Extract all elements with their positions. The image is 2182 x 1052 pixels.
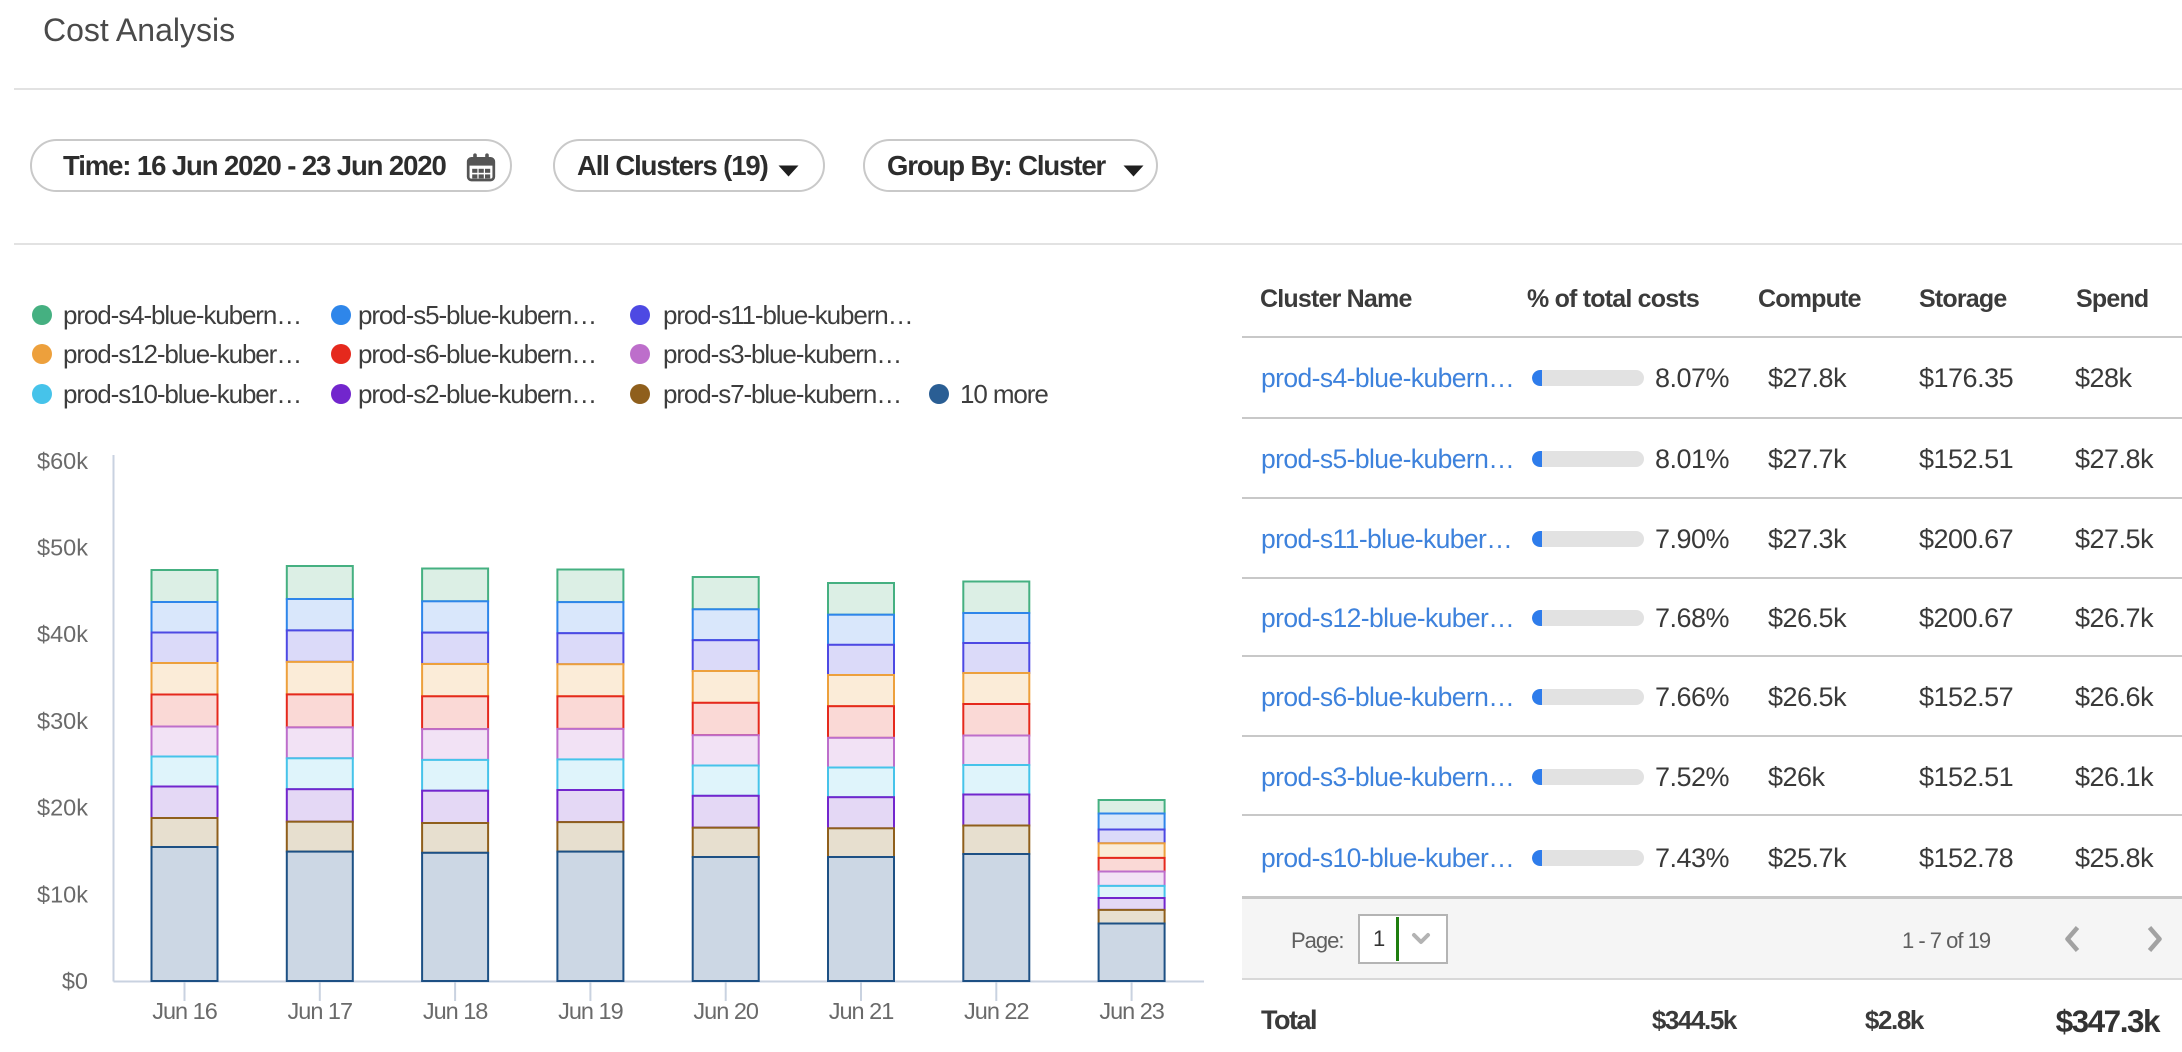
svg-text:Jun 18: Jun 18 (423, 998, 488, 1024)
svg-text:Jun 23: Jun 23 (1099, 998, 1164, 1024)
svg-text:$30k: $30k (37, 708, 88, 734)
svg-text:Jun 16: Jun 16 (152, 998, 217, 1024)
svg-text:Jun 17: Jun 17 (288, 998, 353, 1024)
svg-text:Jun 21: Jun 21 (829, 998, 894, 1024)
svg-text:$50k: $50k (37, 535, 88, 561)
svg-text:$40k: $40k (37, 621, 88, 647)
svg-text:$0: $0 (62, 968, 88, 994)
svg-text:$60k: $60k (37, 448, 88, 474)
svg-text:$10k: $10k (37, 881, 88, 907)
svg-text:Jun 22: Jun 22 (964, 998, 1029, 1024)
svg-text:Jun 20: Jun 20 (693, 998, 758, 1024)
svg-text:Jun 19: Jun 19 (558, 998, 623, 1024)
svg-text:$20k: $20k (37, 795, 88, 821)
